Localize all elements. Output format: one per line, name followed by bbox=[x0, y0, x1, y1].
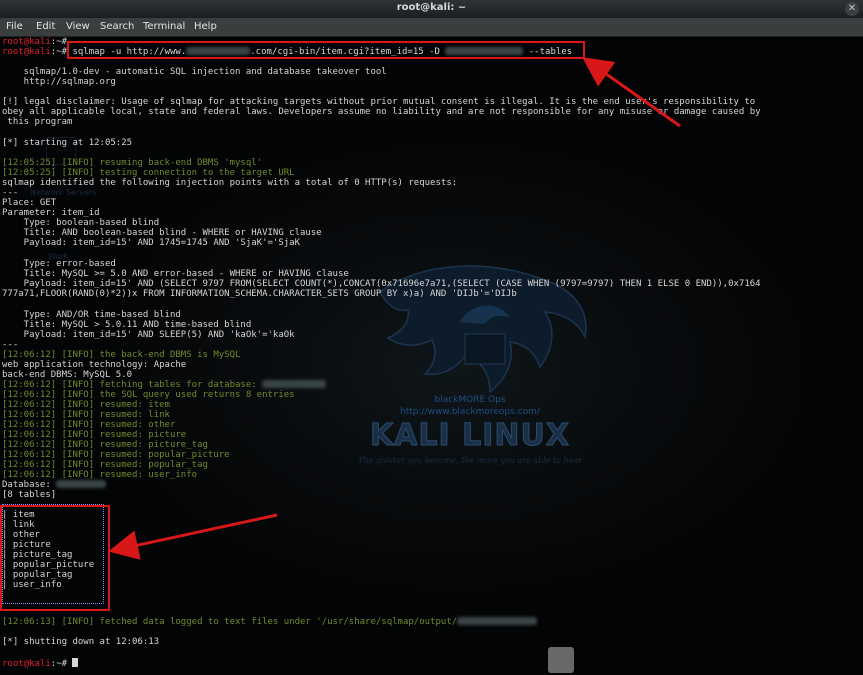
menu-view[interactable]: View bbox=[66, 21, 90, 32]
title-bar[interactable]: root@kali: ~ ✕ bbox=[0, 0, 863, 19]
terminal-output-area[interactable]: Network Servers Work blackMORE Ops http:… bbox=[0, 37, 863, 675]
arrow-to-tables bbox=[108, 513, 278, 560]
menu-bar: File Edit View Search Terminal Help bbox=[0, 18, 863, 37]
menu-help[interactable]: Help bbox=[194, 21, 217, 32]
annotation-arrows bbox=[108, 57, 681, 560]
menu-terminal[interactable]: Terminal bbox=[143, 21, 185, 32]
close-icon[interactable]: ✕ bbox=[845, 2, 859, 16]
arrow-to-command bbox=[582, 57, 681, 128]
menu-file[interactable]: File bbox=[6, 21, 23, 32]
terminal-window: root@kali: ~ ✕ File Edit View Search Ter… bbox=[0, 0, 863, 675]
window-title: root@kali: ~ bbox=[396, 2, 467, 13]
menu-edit[interactable]: Edit bbox=[36, 21, 55, 32]
menu-search[interactable]: Search bbox=[100, 21, 134, 32]
scroll-handle[interactable] bbox=[548, 647, 574, 673]
